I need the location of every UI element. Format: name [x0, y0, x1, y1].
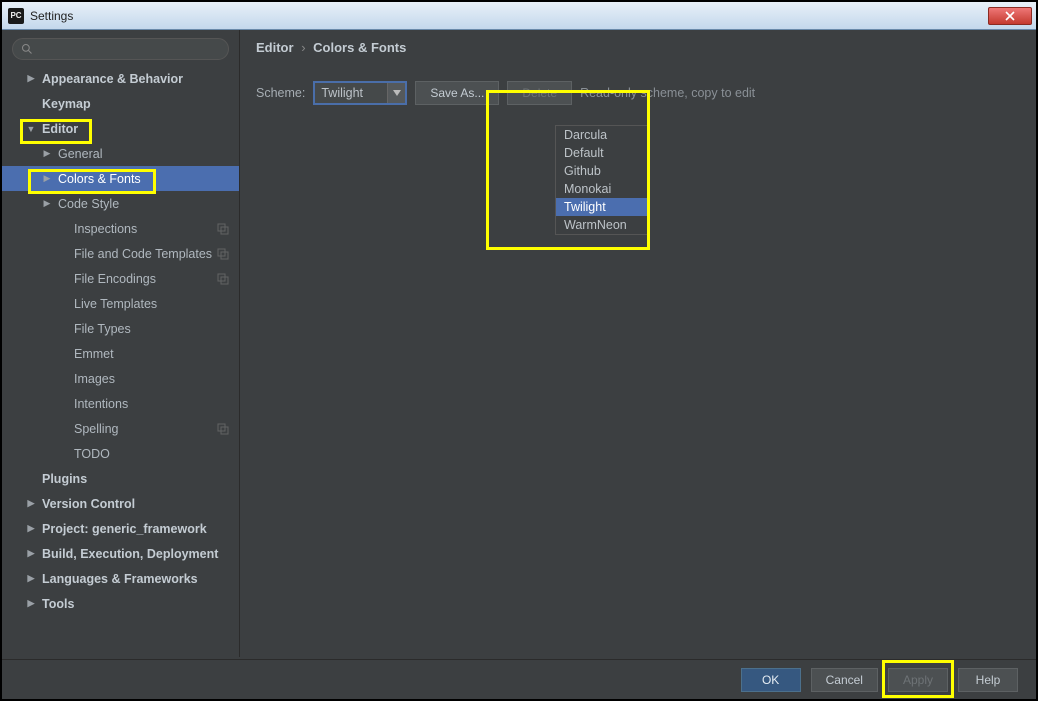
sidebar-item-live-templates[interactable]: Live Templates [2, 291, 239, 316]
help-button[interactable]: Help [958, 668, 1018, 692]
delete-button[interactable]: Delete [507, 81, 572, 105]
copy-icon [217, 423, 229, 435]
sidebar-item-label: Code Style [58, 197, 119, 211]
copy-icon [217, 223, 229, 235]
chevron-right-icon: ▶ [26, 73, 36, 84]
main-panel: Editor › Colors & Fonts Scheme: Twilight… [240, 30, 1036, 657]
sidebar-item-label: General [58, 147, 102, 161]
sidebar-item-inspections[interactable]: Inspections [2, 216, 239, 241]
chevron-right-icon: ▶ [26, 523, 36, 534]
sidebar-item-file-and-code-templates[interactable]: File and Code Templates [2, 241, 239, 266]
sidebar-item-emmet[interactable]: Emmet [2, 341, 239, 366]
close-button[interactable] [988, 7, 1032, 25]
chevron-right-icon: ▶ [26, 498, 36, 509]
sidebar-item-images[interactable]: Images [2, 366, 239, 391]
sidebar-item-label: Editor [42, 122, 78, 136]
chevron-down-icon [393, 90, 401, 96]
chevron-right-icon: ▶ [42, 198, 52, 209]
breadcrumb-parent: Editor [256, 40, 294, 55]
sidebar-item-label: Images [74, 372, 115, 386]
sidebar-item-spelling[interactable]: Spelling [2, 416, 239, 441]
sidebar-item-label: Spelling [74, 422, 118, 436]
sidebar-item-label: Tools [42, 597, 74, 611]
sidebar-item-version-control[interactable]: ▶ Version Control [2, 491, 239, 516]
sidebar-item-label: TODO [74, 447, 110, 461]
app-icon: PC [8, 8, 24, 24]
search-field[interactable] [37, 42, 220, 56]
copy-icon [217, 273, 229, 285]
settings-tree[interactable]: ▶ Appearance & Behavior Keymap ▼ Editor ▶ Gene… [2, 66, 239, 616]
sidebar-item-label: Intentions [74, 397, 128, 411]
scheme-option-warmneon[interactable]: WarmNeon [556, 216, 648, 234]
chevron-right-icon: ▶ [26, 573, 36, 584]
sidebar-item-label: File Encodings [74, 272, 156, 286]
cancel-button[interactable]: Cancel [811, 668, 878, 692]
scheme-label: Scheme: [256, 86, 305, 100]
sidebar-item-label: Appearance & Behavior [42, 72, 183, 86]
breadcrumb-sep: › [301, 40, 305, 55]
sidebar-item-todo[interactable]: TODO [2, 441, 239, 466]
scheme-row: Scheme: Twilight Save As... Delete Read-… [240, 61, 1036, 105]
sidebar-item-label: File Types [74, 322, 131, 336]
sidebar-item-appearance-behavior[interactable]: ▶ Appearance & Behavior [2, 66, 239, 91]
sidebar-item-label: File and Code Templates [74, 247, 212, 261]
sidebar-item-file-types[interactable]: File Types [2, 316, 239, 341]
scheme-option-darcula[interactable]: Darcula [556, 126, 648, 144]
scheme-option-default[interactable]: Default [556, 144, 648, 162]
sidebar-item-languages-frameworks[interactable]: ▶ Languages & Frameworks [2, 566, 239, 591]
chevron-right-icon: ▶ [26, 598, 36, 609]
scheme-option-github[interactable]: Github [556, 162, 648, 180]
copy-icon [217, 248, 229, 260]
ok-button[interactable]: OK [741, 668, 801, 692]
sidebar-item-label: Languages & Frameworks [42, 572, 198, 586]
sidebar-item-project-generic-framework[interactable]: ▶ Project: generic_framework [2, 516, 239, 541]
window-title: Settings [30, 9, 988, 23]
sidebar-item-label: Plugins [42, 472, 87, 486]
sidebar-item-code-style[interactable]: ▶ Code Style [2, 191, 239, 216]
breadcrumb: Editor › Colors & Fonts [240, 30, 1036, 61]
sidebar-item-label: Emmet [74, 347, 114, 361]
dialog-footer: OK Cancel Apply Help [2, 659, 1036, 699]
sidebar-item-general[interactable]: ▶ General [2, 141, 239, 166]
close-icon [1005, 11, 1015, 21]
breadcrumb-current: Colors & Fonts [313, 40, 406, 55]
sidebar-item-file-encodings[interactable]: File Encodings [2, 266, 239, 291]
save-as-button[interactable]: Save As... [415, 81, 499, 105]
scheme-combo[interactable]: Twilight [313, 81, 407, 105]
sidebar-item-keymap[interactable]: Keymap [2, 91, 239, 116]
sidebar-item-label: Project: generic_framework [42, 522, 207, 536]
chevron-down-icon: ▼ [26, 124, 36, 134]
scheme-value: Twilight [321, 86, 363, 100]
search-icon [21, 43, 33, 55]
search-input[interactable] [12, 38, 229, 60]
scheme-option-twilight[interactable]: Twilight [556, 198, 648, 216]
sidebar-item-label: Keymap [42, 97, 91, 111]
combo-arrow-button[interactable] [387, 83, 405, 103]
sidebar-item-intentions[interactable]: Intentions [2, 391, 239, 416]
sidebar-item-plugins[interactable]: Plugins [2, 466, 239, 491]
sidebar-item-label: Inspections [74, 222, 137, 236]
apply-button[interactable]: Apply [888, 668, 948, 692]
sidebar-item-tools[interactable]: ▶ Tools [2, 591, 239, 616]
chevron-right-icon: ▶ [42, 148, 52, 159]
sidebar-item-label: Live Templates [74, 297, 157, 311]
sidebar-item-build-execution-deployment[interactable]: ▶ Build, Execution, Deployment [2, 541, 239, 566]
sidebar-item-label: Version Control [42, 497, 135, 511]
readonly-hint: Read-only scheme, copy to edit [580, 86, 755, 100]
sidebar-item-label: Colors & Fonts [58, 172, 141, 186]
chevron-right-icon: ▶ [26, 548, 36, 559]
sidebar-item-editor[interactable]: ▼ Editor [2, 116, 239, 141]
sidebar-item-label: Build, Execution, Deployment [42, 547, 218, 561]
sidebar-item-colors-fonts[interactable]: ▶ Colors & Fonts [2, 166, 239, 191]
settings-sidebar: ▶ Appearance & Behavior Keymap ▼ Editor ▶ Gene… [2, 30, 240, 657]
chevron-right-icon: ▶ [42, 173, 52, 184]
scheme-dropdown[interactable]: DarculaDefaultGithubMonokaiTwilightWarmN… [555, 125, 649, 235]
scheme-option-monokai[interactable]: Monokai [556, 180, 648, 198]
titlebar: PC Settings [2, 2, 1036, 30]
